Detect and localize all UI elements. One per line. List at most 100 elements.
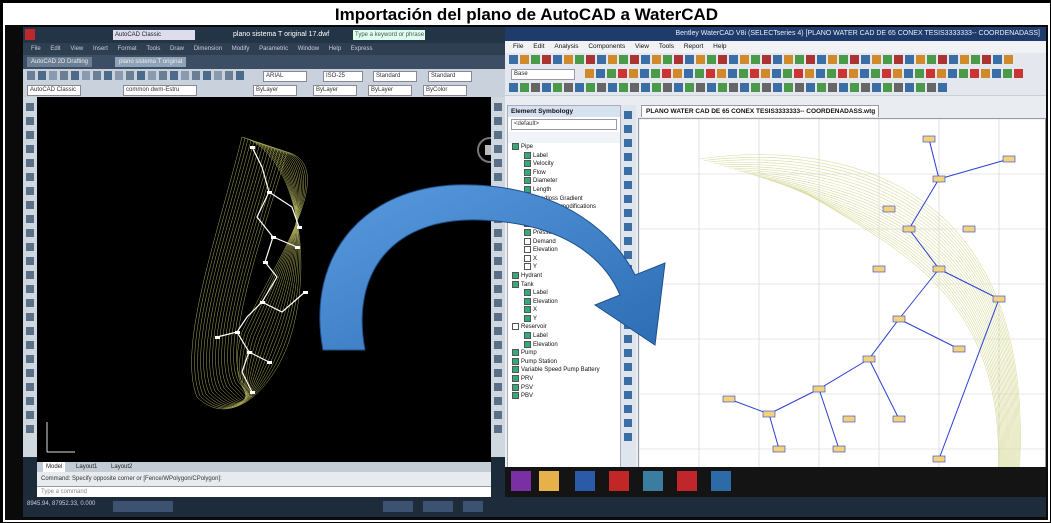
- checkbox[interactable]: [524, 314, 531, 322]
- side-tool-icon[interactable]: [494, 187, 502, 195]
- toolbar-button-icon[interactable]: [861, 83, 870, 92]
- toolbar-button-icon[interactable]: [619, 55, 628, 64]
- side-tool-icon[interactable]: [624, 307, 632, 315]
- side-tool-icon[interactable]: [26, 117, 34, 125]
- windows-start-icon[interactable]: [511, 471, 531, 491]
- toolbar-button-icon[interactable]: [718, 55, 727, 64]
- toolbar-button-icon[interactable]: [740, 55, 749, 64]
- junction-label-box[interactable]: [962, 225, 976, 233]
- menu-view[interactable]: View: [70, 46, 83, 52]
- side-tool-icon[interactable]: [624, 279, 632, 287]
- toolbar-button-icon[interactable]: [849, 69, 858, 78]
- toolbar-button-icon[interactable]: [838, 69, 847, 78]
- toolbar-button-icon[interactable]: [871, 69, 880, 78]
- scenario-dropdown[interactable]: Base: [511, 69, 575, 80]
- side-tool-icon[interactable]: [26, 187, 34, 195]
- toolbar-button-icon[interactable]: [948, 69, 957, 78]
- table-style-dropdown[interactable]: Standard: [373, 71, 417, 82]
- junction-label-box[interactable]: [722, 395, 736, 403]
- side-tool-icon[interactable]: [494, 327, 502, 335]
- checkbox[interactable]: [512, 349, 519, 357]
- tab-drawing[interactable]: plano sistema T original: [115, 57, 187, 67]
- side-tool-icon[interactable]: [26, 257, 34, 265]
- toolbar-button-icon[interactable]: [49, 71, 57, 80]
- side-tool-icon[interactable]: [624, 363, 632, 371]
- toolbar-button-icon[interactable]: [608, 55, 617, 64]
- side-tool-icon[interactable]: [26, 173, 34, 181]
- side-tool-icon[interactable]: [26, 159, 34, 167]
- checkbox[interactable]: [524, 332, 531, 340]
- side-tool-icon[interactable]: [624, 167, 632, 175]
- checkbox[interactable]: [512, 383, 519, 391]
- toolbar-button-icon[interactable]: [949, 55, 958, 64]
- wmenu-report[interactable]: Report: [684, 43, 704, 50]
- side-tool-icon[interactable]: [494, 397, 502, 405]
- menu-parametric[interactable]: Parametric: [259, 46, 288, 52]
- side-tool-icon[interactable]: [494, 243, 502, 251]
- symbology-tree-item[interactable]: Diameter: [508, 177, 620, 186]
- checkbox[interactable]: [524, 306, 531, 314]
- toolbar-button-icon[interactable]: [597, 83, 606, 92]
- workspace-select[interactable]: AutoCAD Classic: [27, 85, 81, 96]
- toolbar-button-icon[interactable]: [104, 71, 112, 80]
- toolbar-button-icon[interactable]: [707, 55, 716, 64]
- checkbox[interactable]: [512, 280, 519, 288]
- checkbox[interactable]: [512, 323, 519, 331]
- menu-express[interactable]: Express: [351, 46, 373, 52]
- junction-label-box[interactable]: [892, 315, 906, 323]
- toolbar-button-icon[interactable]: [126, 71, 134, 80]
- side-tool-icon[interactable]: [26, 341, 34, 349]
- toolbar-button-icon[interactable]: [751, 55, 760, 64]
- checkbox[interactable]: [524, 228, 531, 236]
- acrobat-icon[interactable]: [609, 471, 629, 491]
- side-tool-icon[interactable]: [494, 173, 502, 181]
- linetype-dropdown[interactable]: ByLayer: [313, 85, 357, 96]
- toolbar-button-icon[interactable]: [751, 83, 760, 92]
- toolbar-button-icon[interactable]: [1004, 55, 1013, 64]
- toolbar-button-icon[interactable]: [926, 69, 935, 78]
- toolbar-button-icon[interactable]: [651, 69, 660, 78]
- toolbar-button-icon[interactable]: [586, 83, 595, 92]
- checkbox[interactable]: [524, 194, 531, 202]
- wmenu-file[interactable]: File: [513, 43, 523, 50]
- command-input[interactable]: Type a command: [37, 486, 491, 497]
- side-tool-icon[interactable]: [26, 229, 34, 237]
- toolbar-button-icon[interactable]: [542, 55, 551, 64]
- junction-label-box[interactable]: [902, 225, 916, 233]
- toolbar-button-icon[interactable]: [816, 69, 825, 78]
- toolbar-button-icon[interactable]: [762, 83, 771, 92]
- side-tool-icon[interactable]: [624, 195, 632, 203]
- symbology-tree-item[interactable]: Label: [508, 220, 620, 229]
- checkbox[interactable]: [512, 143, 519, 150]
- symbology-tree-item[interactable]: PRV: [508, 375, 620, 384]
- toolbar-button-icon[interactable]: [652, 55, 661, 64]
- menu-window[interactable]: Window: [298, 46, 319, 52]
- toolbar-button-icon[interactable]: [850, 83, 859, 92]
- toolbar-button-icon[interactable]: [905, 55, 914, 64]
- toolbar-button-icon[interactable]: [916, 55, 925, 64]
- toolbar-button-icon[interactable]: [618, 69, 627, 78]
- symbology-tree-item[interactable]: Label: [508, 151, 620, 161]
- checkbox[interactable]: [524, 289, 531, 297]
- menu-draw[interactable]: Draw: [170, 46, 184, 52]
- toolbar-button-icon[interactable]: [608, 83, 617, 92]
- checkbox[interactable]: [512, 271, 519, 279]
- mleader-style-dropdown[interactable]: Standard: [428, 71, 472, 82]
- junction-label-box[interactable]: [952, 345, 966, 353]
- symbology-tree-item[interactable]: X: [508, 254, 620, 264]
- toolbar-button-icon[interactable]: [795, 55, 804, 64]
- toolbar-button-icon[interactable]: [60, 71, 68, 80]
- side-tool-icon[interactable]: [624, 223, 632, 231]
- toolbar-button-icon[interactable]: [795, 83, 804, 92]
- toolbar-button-icon[interactable]: [203, 71, 211, 80]
- junction-label-box[interactable]: [772, 445, 786, 453]
- symbology-tree-item[interactable]: Headloss Gradient: [508, 194, 620, 204]
- checkbox[interactable]: [524, 220, 531, 228]
- side-tool-icon[interactable]: [494, 285, 502, 293]
- toolbar-button-icon[interactable]: [192, 71, 200, 80]
- toolbar-button-icon[interactable]: [629, 69, 638, 78]
- toolbar-button-icon[interactable]: [1014, 69, 1023, 78]
- symbology-tree-item[interactable]: Pressure: [508, 228, 620, 238]
- color-dropdown[interactable]: ByLayer: [253, 85, 297, 96]
- checkbox[interactable]: [512, 211, 519, 219]
